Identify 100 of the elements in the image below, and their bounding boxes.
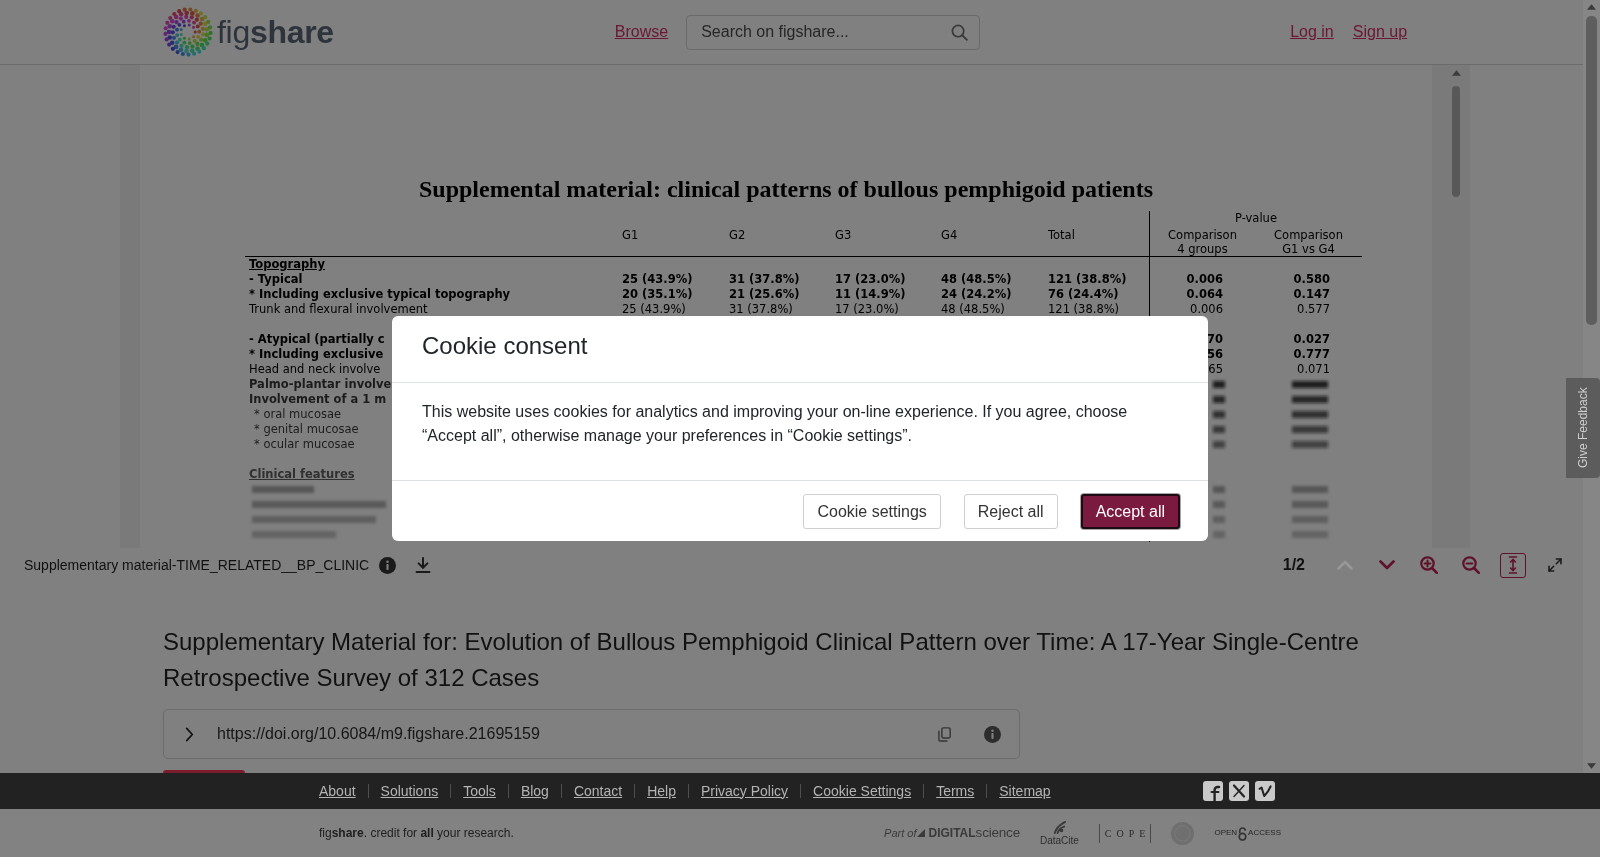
partner-logo-text[interactable]: ACCESS <box>1248 827 1281 839</box>
table-value: 24 (24.2%) <box>941 287 1012 301</box>
section-heading: Clinical features <box>249 467 355 481</box>
partner-logo-text[interactable]: DataCite <box>1039 835 1079 846</box>
row-label: - Typical <box>249 272 303 286</box>
footer-link[interactable]: Blog <box>520 780 549 802</box>
x-logo-icon[interactable] <box>1229 781 1249 801</box>
row-label: * Including exclusive <box>249 347 384 361</box>
file-info-button[interactable] <box>379 556 397 574</box>
row-label: Involvement of a 1 m <box>249 392 387 406</box>
section-heading: Topography <box>249 257 325 271</box>
table-value: 121 (38.8%) <box>1048 302 1120 316</box>
table-value: 17 (23.0%) <box>835 302 899 316</box>
footer-tagline: figshare. credit for all your research. <box>319 825 514 842</box>
dotted-swirl-logo-icon[interactable] <box>163 7 213 57</box>
footer-link[interactable]: Solutions <box>380 780 439 802</box>
download-icon <box>415 557 432 573</box>
row-label: - Atypical (partially c <box>249 332 385 346</box>
search-icon[interactable] <box>951 23 969 41</box>
table-value: 21 (25.6%) <box>729 287 800 301</box>
chevron-down-icon <box>1379 560 1395 570</box>
table-value: 11 (14.9%) <box>835 287 906 301</box>
page-indicator: 1/2 <box>1282 555 1305 575</box>
table-value: 0.071 <box>1297 362 1330 376</box>
row-label: Palmo-plantar involve <box>249 377 392 391</box>
scroll-up-arrow-icon[interactable] <box>1451 70 1461 76</box>
table-value: 65 <box>1208 362 1223 376</box>
table-value: 0.577 <box>1297 302 1330 316</box>
footer-link[interactable]: Cookie Settings <box>813 780 912 802</box>
table-value: 70 <box>1207 332 1223 346</box>
search-field[interactable]: Search on figshare... <box>686 14 981 50</box>
column-header: Comparison 4 groups <box>1168 228 1237 256</box>
partner-logo-text[interactable]: COPE <box>1098 823 1152 843</box>
dialog-message: This website uses cookies for analytics and improving your on-line experience. If you agree, choose “Accept all”, otherwise manage your preferences in “Cookie settings”. <box>422 402 1129 446</box>
scrollbar-thumb[interactable] <box>1452 86 1460 197</box>
table-value: 48 (48.5%) <box>941 272 1012 286</box>
swoosh-logo-icon[interactable] <box>1051 820 1067 835</box>
column-header: Total <box>1048 228 1075 242</box>
table-value: 121 (38.8%) <box>1048 272 1127 286</box>
table-value: 48 (48.5%) <box>941 302 1005 316</box>
facebook-icon[interactable] <box>1203 781 1223 801</box>
fit-height-button[interactable] <box>1500 552 1526 578</box>
row-label: * genital mucosae <box>254 422 359 436</box>
table-value: 0.777 <box>1293 347 1330 361</box>
doi-link[interactable]: https://doi.org/10.6084/m9.figshare.21695159 <box>217 722 540 746</box>
footer-link[interactable]: Contact <box>573 780 623 802</box>
open-lock-icon[interactable] <box>1237 825 1249 841</box>
column-header: G2 <box>729 228 746 242</box>
column-header: Comparison G1 vs G4 <box>1274 228 1343 256</box>
scroll-down-arrow-icon[interactable] <box>1587 763 1596 769</box>
column-group-header: P-value <box>1235 211 1277 225</box>
triangle-mark-icon[interactable] <box>916 828 927 838</box>
vertical-arrows-icon <box>1508 556 1518 574</box>
dialog-title: Cookie consent <box>422 331 588 361</box>
partner-logo-text[interactable]: OPEN <box>1214 827 1238 839</box>
footer-link[interactable]: Tools <box>463 780 496 802</box>
table-value: 20 (35.1%) <box>622 287 693 301</box>
table-value: 56 <box>1207 347 1223 361</box>
info-icon <box>379 556 397 574</box>
table-value: 31 (37.8%) <box>729 302 793 316</box>
table-value: 0.006 <box>1190 302 1223 316</box>
chevron-right-icon[interactable] <box>185 726 194 742</box>
fullscreen-icon <box>1548 558 1562 572</box>
dialog-button[interactable]: Accept all <box>1080 493 1180 529</box>
zoom-in-icon <box>1420 556 1438 574</box>
row-label: * oral mucosae <box>254 407 342 421</box>
info-icon[interactable] <box>984 725 1001 743</box>
column-header: G3 <box>835 228 852 242</box>
table-value: 0.147 <box>1293 287 1330 301</box>
scroll-up-arrow-icon[interactable] <box>1587 4 1596 10</box>
row-label: * Including exclusive typical topography <box>249 287 511 301</box>
zoom-out-icon <box>1462 556 1480 574</box>
scrollbar-thumb[interactable] <box>1586 16 1597 325</box>
table-value: 0.580 <box>1293 272 1330 286</box>
table-value: 0.006 <box>1186 272 1223 286</box>
footer-link[interactable]: Privacy Policy <box>700 780 789 802</box>
document-title: Supplemental material: clinical patterns of bullous pemphigoid patients <box>418 176 1154 202</box>
table-value: 25 (43.9%) <box>622 302 686 316</box>
table-value: 25 (43.9%) <box>622 272 693 286</box>
copy-icon[interactable] <box>938 726 951 742</box>
table-value: 17 (23.0%) <box>835 272 906 286</box>
row-label: Head and neck involve <box>249 362 381 376</box>
item-title: Supplementary Material for: Evolution of Bullous Pemphigoid Clinical Pattern over Time: A 17-Year Single-Centre Retrospective Survey of 312 Cases <box>163 627 1360 693</box>
table-value: 76 (24.4%) <box>1048 287 1119 301</box>
footer-link[interactable]: Terms <box>936 780 975 802</box>
feedback-tab[interactable]: Give Feedback <box>1566 378 1600 478</box>
row-label: * ocular mucosae <box>254 437 355 451</box>
column-header: G4 <box>941 228 958 242</box>
footer-link[interactable]: Sitemap <box>999 780 1051 802</box>
column-header: G1 <box>622 228 639 242</box>
dialog-button[interactable]: Reject all <box>963 493 1058 529</box>
row-label: Trunk and flexural involvement <box>249 302 428 316</box>
vimeo-icon[interactable] <box>1255 781 1275 801</box>
table-value: 0.027 <box>1293 332 1330 346</box>
table-value: 0.064 <box>1186 287 1223 301</box>
dialog-button[interactable]: Cookie settings <box>803 493 941 529</box>
download-button[interactable] <box>415 557 432 573</box>
footer-link[interactable]: About <box>319 780 356 802</box>
footer-link[interactable]: Help <box>647 780 676 802</box>
table-value: 31 (37.8%) <box>729 272 800 286</box>
